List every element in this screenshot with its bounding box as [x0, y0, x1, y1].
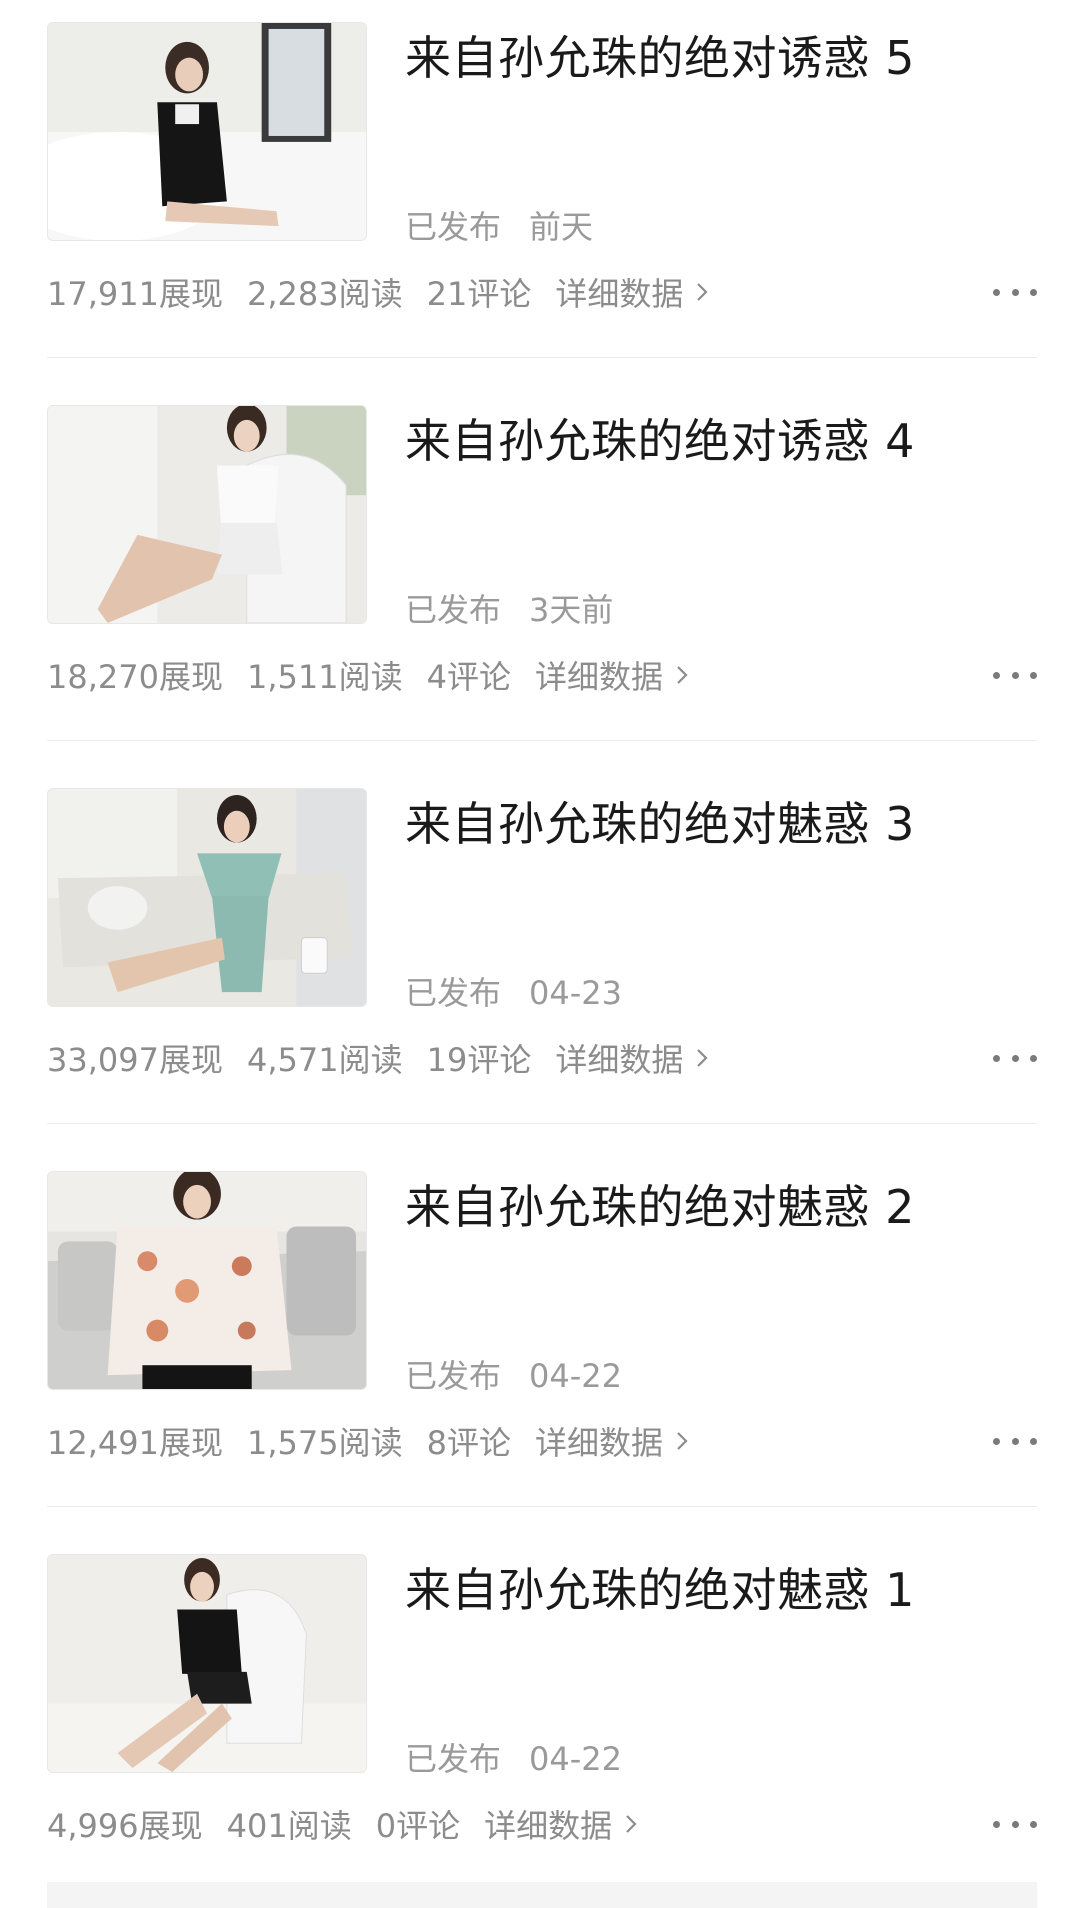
bottom-spacer	[47, 1882, 1037, 1908]
chevron-right-icon	[677, 666, 688, 684]
article-thumbnail[interactable]	[47, 22, 367, 241]
article-item[interactable]: 来自孙允珠的绝对诱惑 5 已发布 前天 17,911展现 2,283阅读 21评论…	[47, 0, 1037, 383]
comments-count: 8评论	[426, 1424, 511, 1462]
reads-count: 1,511阅读	[246, 658, 403, 696]
article-thumbnail[interactable]	[47, 405, 367, 624]
article-thumbnail[interactable]	[47, 1171, 367, 1390]
impressions-count: 18,270展现	[47, 658, 223, 696]
article-item[interactable]: 来自孙允珠的绝对诱惑 4 已发布 3天前 18,270展现 1,511阅读 4评论…	[47, 383, 1037, 766]
article-meta: 已发布 前天	[405, 202, 593, 248]
article-thumbnail[interactable]	[47, 788, 367, 1007]
publish-date: 前天	[529, 208, 594, 246]
detail-data-label: 详细数据	[555, 1041, 684, 1079]
detail-data-link[interactable]: 详细数据	[484, 1801, 640, 1847]
article-stats: 33,097展现 4,571阅读 19评论 详细数据	[47, 1036, 1037, 1080]
impressions-count: 4,996展现	[47, 1807, 203, 1845]
detail-data-link[interactable]: 详细数据	[535, 1418, 691, 1464]
divider	[47, 740, 1037, 741]
publish-date: 04-22	[529, 1357, 622, 1395]
article-title[interactable]: 来自孙允珠的绝对魅惑 2	[405, 1179, 1025, 1235]
publish-date: 04-23	[529, 974, 622, 1012]
article-title[interactable]: 来自孙允珠的绝对魅惑 1	[405, 1562, 1025, 1618]
detail-data-link[interactable]: 详细数据	[555, 1035, 711, 1081]
article-stats: 12,491展现 1,575阅读 8评论 详细数据	[47, 1419, 1037, 1463]
comments-count: 21评论	[426, 275, 532, 313]
more-dots-icon[interactable]	[993, 274, 1037, 310]
reads-count: 4,571阅读	[246, 1041, 403, 1079]
article-meta: 已发布 04-23	[405, 968, 622, 1014]
reads-count: 1,575阅读	[246, 1424, 403, 1462]
article-feed: 来自孙允珠的绝对诱惑 5 已发布 前天 17,911展现 2,283阅读 21评论…	[0, 0, 1080, 1908]
publish-status: 已发布	[405, 1740, 502, 1778]
article-title[interactable]: 来自孙允珠的绝对魅惑 3	[405, 796, 1025, 852]
article-item[interactable]: 来自孙允珠的绝对魅惑 3 已发布 04-23 33,097展现 4,571阅读 1…	[47, 766, 1037, 1149]
more-dots-icon[interactable]	[993, 657, 1037, 693]
article-item[interactable]: 来自孙允珠的绝对魅惑 1 已发布 04-22 4,996展现 401阅读 0评论 …	[47, 1532, 1037, 1908]
detail-data-label: 详细数据	[555, 275, 684, 313]
chevron-right-icon	[697, 283, 708, 301]
divider	[47, 1123, 1037, 1124]
chevron-right-icon	[677, 1432, 688, 1450]
reads-count: 401阅读	[226, 1807, 352, 1845]
article-meta: 已发布 04-22	[405, 1351, 622, 1397]
more-dots-icon[interactable]	[993, 1040, 1037, 1076]
publish-status: 已发布	[405, 1357, 502, 1395]
detail-data-link[interactable]: 详细数据	[555, 269, 711, 315]
divider	[47, 1506, 1037, 1507]
article-stats: 17,911展现 2,283阅读 21评论 详细数据	[47, 270, 1037, 314]
detail-data-label: 详细数据	[484, 1807, 613, 1845]
publish-date: 3天前	[529, 591, 614, 629]
impressions-count: 33,097展现	[47, 1041, 223, 1079]
publish-status: 已发布	[405, 974, 502, 1012]
article-meta: 已发布 3天前	[405, 585, 613, 631]
divider	[47, 357, 1037, 358]
article-title[interactable]: 来自孙允珠的绝对诱惑 4	[405, 413, 1025, 469]
reads-count: 2,283阅读	[246, 275, 403, 313]
detail-data-label: 详细数据	[534, 1424, 663, 1462]
more-dots-icon[interactable]	[993, 1423, 1037, 1459]
publish-status: 已发布	[405, 208, 502, 246]
comments-count: 19评论	[426, 1041, 532, 1079]
more-dots-icon[interactable]	[993, 1806, 1037, 1842]
article-stats: 18,270展现 1,511阅读 4评论 详细数据	[47, 653, 1037, 697]
chevron-right-icon	[626, 1815, 637, 1833]
impressions-count: 12,491展现	[47, 1424, 223, 1462]
publish-date: 04-22	[529, 1740, 622, 1778]
detail-data-link[interactable]: 详细数据	[535, 652, 691, 698]
article-stats: 4,996展现 401阅读 0评论 详细数据	[47, 1802, 1037, 1846]
chevron-right-icon	[697, 1049, 708, 1067]
comments-count: 0评论	[375, 1807, 461, 1845]
article-meta: 已发布 04-22	[405, 1734, 622, 1780]
publish-status: 已发布	[405, 591, 502, 629]
article-item[interactable]: 来自孙允珠的绝对魅惑 2 已发布 04-22 12,491展现 1,575阅读 8…	[47, 1149, 1037, 1532]
article-title[interactable]: 来自孙允珠的绝对诱惑 5	[405, 30, 1025, 86]
article-thumbnail[interactable]	[47, 1554, 367, 1773]
comments-count: 4评论	[426, 658, 511, 696]
impressions-count: 17,911展现	[47, 275, 223, 313]
detail-data-label: 详细数据	[534, 658, 663, 696]
